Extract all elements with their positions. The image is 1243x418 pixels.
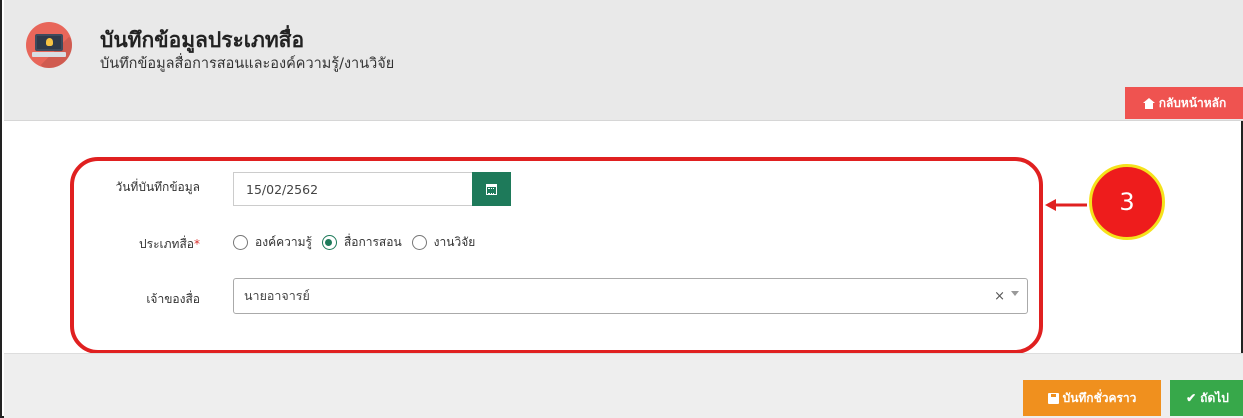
annotation-arrow-icon: [1045, 199, 1087, 211]
save-draft-button[interactable]: บันทึกชั่วคราว: [1023, 380, 1161, 416]
page-subtitle: บันทึกข้อมูลสื่อการสอนและองค์ความรู้/งาน…: [100, 56, 395, 72]
save-disk-icon: [1047, 392, 1059, 404]
step-number-badge: 3: [1089, 164, 1165, 240]
save-draft-label: บันทึกชั่วคราว: [1062, 390, 1137, 405]
check-icon: ✔: [1186, 391, 1197, 405]
next-button[interactable]: ✔ ถัดไป: [1170, 380, 1243, 416]
home-icon: [1142, 97, 1155, 109]
next-label: ถัดไป: [1200, 390, 1229, 405]
annotation-highlight-box: [70, 157, 1043, 354]
page-header: บันทึกข้อมูลประเภทสื่อ บันทึกข้อมูลสื่อก…: [4, 0, 1243, 121]
laptop-bulb-icon: [26, 22, 72, 68]
home-button-label: กลับหน้าหลัก: [1158, 95, 1227, 110]
home-button[interactable]: กลับหน้าหลัก: [1125, 87, 1243, 119]
page-title: บันทึกข้อมูลประเภทสื่อ: [100, 28, 305, 52]
app-window: บันทึกข้อมูลประเภทสื่อ บันทึกข้อมูลสื่อก…: [0, 0, 1243, 418]
